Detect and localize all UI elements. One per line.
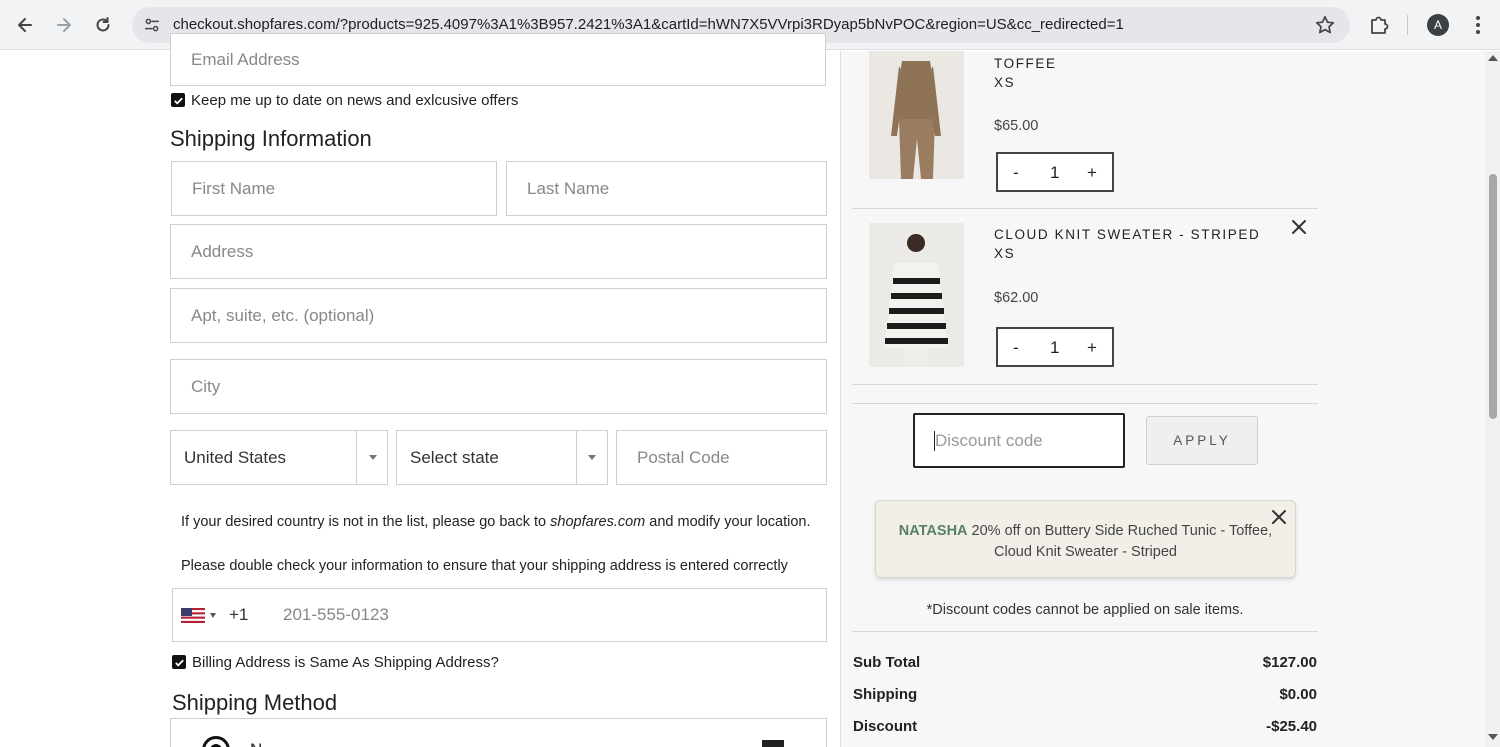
cart-item-name: TOFFEE — [994, 56, 1057, 71]
back-arrow-icon[interactable] — [11, 11, 39, 39]
cart-item-size: XS — [994, 246, 1016, 261]
quantity-value: 1 — [1050, 163, 1060, 182]
last-name-field[interactable] — [506, 161, 827, 216]
url-text[interactable]: checkout.shopfares.com/?products=925.409… — [173, 16, 1124, 33]
profile-avatar[interactable]: A — [1427, 14, 1449, 36]
quantity-value: 1 — [1050, 338, 1060, 357]
country-note-after: and modify your location. — [645, 514, 811, 530]
toolbar-divider — [1407, 15, 1408, 35]
chevron-down-icon — [369, 455, 377, 460]
toffee-tunic-photo-icon — [869, 51, 964, 179]
phone-country-code: +1 — [229, 605, 249, 624]
billing-same-label: Billing Address is Same As Shipping Addr… — [192, 654, 499, 671]
increase-quantity-button[interactable]: + — [1087, 163, 1097, 183]
email-input[interactable] — [171, 34, 825, 85]
product-image-striped-sweater[interactable] — [869, 223, 964, 367]
email-field[interactable] — [170, 33, 826, 86]
kebab-menu-icon[interactable] — [1466, 13, 1490, 37]
promo-text: NATASHA 20% off on Buttery Side Ruched T… — [896, 521, 1275, 563]
cart-item-price: $62.00 — [994, 290, 1039, 306]
apply-discount-button[interactable]: APPLY — [1146, 416, 1258, 465]
product-image-toffee[interactable] — [869, 51, 964, 179]
site-info-icon[interactable] — [142, 15, 162, 35]
first-name-input[interactable] — [172, 162, 496, 215]
shipping-information-heading: Shipping Information — [170, 126, 372, 151]
postal-code-field[interactable] — [616, 430, 827, 485]
billing-same-checkbox[interactable] — [172, 655, 186, 669]
shipping-value: $0.00 — [1279, 686, 1317, 703]
country-select-value: United States — [184, 448, 287, 467]
city-field[interactable] — [170, 359, 827, 414]
double-check-note: Please double check your information to … — [181, 558, 788, 574]
apt-suite-field[interactable] — [170, 288, 827, 343]
close-icon[interactable] — [1269, 507, 1289, 527]
address-input[interactable] — [171, 225, 826, 278]
promo-code[interactable]: NATASHA — [899, 523, 968, 539]
shipping-label: Shipping — [853, 686, 918, 703]
extensions-icon[interactable] — [1366, 12, 1392, 38]
promo-description: 20% off on Buttery Side Ruched Tunic - T… — [967, 523, 1273, 560]
discount-value: -$25.40 — [1266, 718, 1317, 735]
first-name-field[interactable] — [171, 161, 497, 216]
remove-item-close-icon[interactable] — [1289, 217, 1309, 237]
checkmark-icon — [173, 97, 183, 105]
subtotal-label: Sub Total — [853, 654, 921, 671]
phone-input[interactable] — [173, 589, 826, 641]
reload-icon[interactable] — [89, 11, 117, 39]
discount-code-field[interactable] — [913, 413, 1125, 468]
discount-label: Discount — [853, 718, 918, 735]
quantity-stepper[interactable]: - 1 + — [996, 152, 1114, 192]
scroll-up-arrow-icon[interactable] — [1488, 55, 1498, 61]
us-flag-icon[interactable] — [181, 608, 205, 623]
discount-code-input[interactable] — [915, 415, 1123, 466]
phone-field[interactable] — [172, 588, 827, 642]
state-select-value: Select state — [410, 448, 499, 467]
cart-item-price: $65.00 — [994, 118, 1039, 134]
subtotal-value: $127.00 — [1262, 654, 1317, 671]
country-note: If your desired country is not in the li… — [181, 514, 811, 530]
chevron-down-icon — [588, 455, 596, 460]
item-divider — [852, 208, 1318, 209]
newsletter-label: Keep me up to date on news and exlcusive… — [191, 92, 519, 109]
discount-note: *Discount codes cannot be applied on sal… — [926, 602, 1244, 618]
shipping-option-label: N — [250, 740, 262, 747]
text-cursor — [934, 431, 935, 451]
newsletter-checkbox[interactable] — [171, 93, 185, 107]
increase-quantity-button[interactable]: + — [1087, 338, 1097, 358]
striped-sweater-photo-icon — [869, 223, 964, 367]
city-input[interactable] — [171, 360, 826, 413]
item-divider — [852, 384, 1318, 385]
section-divider — [852, 403, 1318, 404]
promo-suggestion-card[interactable]: NATASHA 20% off on Buttery Side Ruched T… — [875, 500, 1296, 578]
scroll-down-arrow-icon[interactable] — [1488, 734, 1498, 740]
shipping-method-heading: Shipping Method — [172, 690, 338, 715]
decrease-quantity-button[interactable]: - — [1013, 338, 1019, 358]
last-name-input[interactable] — [507, 162, 826, 215]
select-divider — [356, 431, 357, 484]
country-note-site-link: shopfares.com — [550, 514, 646, 530]
apt-suite-input[interactable] — [171, 289, 826, 342]
scrollbar-thumb[interactable] — [1489, 174, 1497, 419]
postal-code-input[interactable] — [617, 431, 826, 484]
state-select[interactable]: Select state — [396, 430, 608, 485]
checkmark-icon — [174, 659, 184, 667]
shipping-option-card[interactable] — [170, 718, 827, 747]
cart-item-name: CLOUD KNIT SWEATER - STRIPED — [994, 227, 1261, 242]
phone-country-caret-icon[interactable] — [210, 613, 216, 618]
quantity-stepper[interactable]: - 1 + — [996, 327, 1114, 367]
country-select[interactable]: United States — [170, 430, 388, 485]
decrease-quantity-button[interactable]: - — [1013, 163, 1019, 183]
shipping-truck-icon — [762, 740, 784, 747]
bookmark-star-icon[interactable] — [1314, 14, 1336, 36]
section-divider — [852, 631, 1318, 632]
address-field[interactable] — [170, 224, 827, 279]
cart-item-size: XS — [994, 75, 1016, 90]
forward-arrow-icon[interactable] — [50, 11, 78, 39]
select-divider — [576, 431, 577, 484]
country-note-before: If your desired country is not in the li… — [181, 514, 551, 530]
